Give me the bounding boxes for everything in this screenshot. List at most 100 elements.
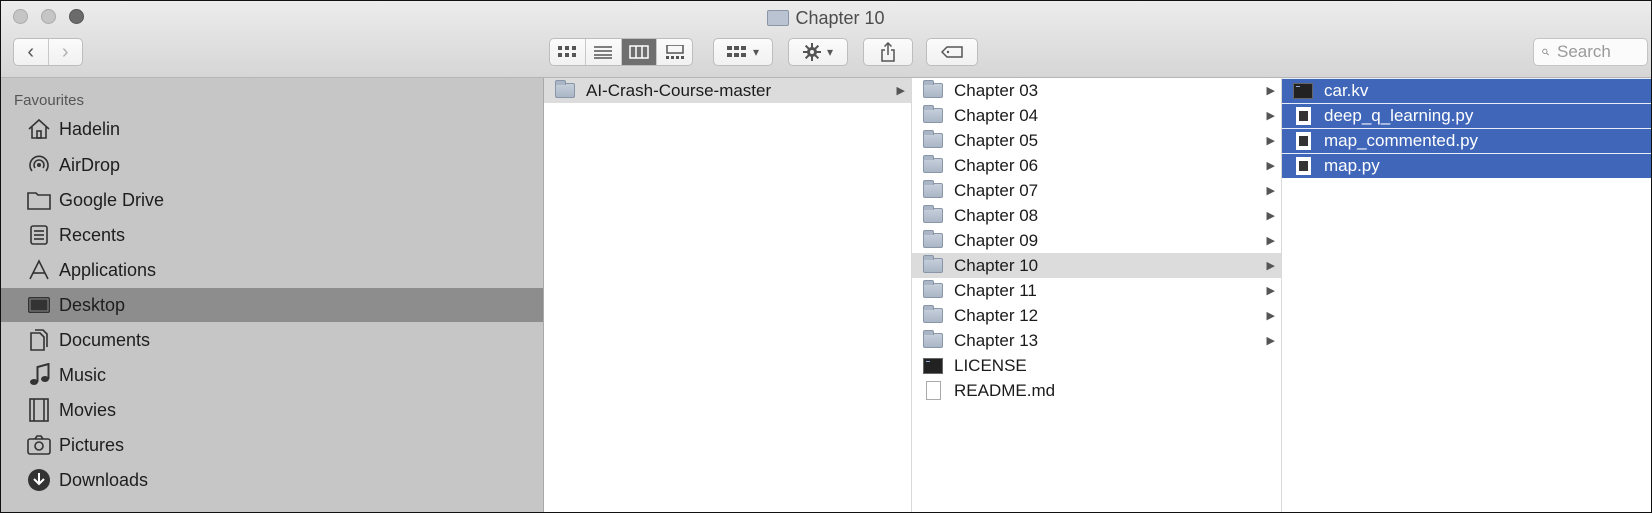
disclosure-arrow-icon: ▶ [1266, 85, 1275, 97]
folder-icon [922, 205, 944, 225]
sidebar-item-label: Documents [59, 329, 151, 350]
share-button[interactable] [863, 38, 913, 66]
item-label: Chapter 06 [954, 155, 1039, 175]
sidebar-item-desktop[interactable]: Desktop [1, 288, 543, 322]
list-item[interactable]: car.kv [1282, 78, 1651, 103]
disclosure-arrow-icon: ▶ [1266, 310, 1275, 322]
pictures-icon [27, 433, 51, 457]
search-input[interactable] [1555, 41, 1647, 63]
gallery-view-icon [665, 45, 684, 59]
forward-button[interactable]: › [47, 39, 83, 65]
list-item[interactable]: Chapter 04 ▶ [912, 103, 1281, 128]
list-item[interactable]: LICENSE [912, 353, 1281, 378]
downloads-icon [27, 468, 51, 492]
column-view-icon [629, 45, 649, 59]
share-icon [881, 42, 895, 62]
browser-column-1: AI-Crash-Course-master ▶ [544, 78, 912, 512]
sidebar-item-label: AirDrop [59, 154, 121, 175]
applications-icon [27, 258, 51, 282]
item-label: AI-Crash-Course-master [586, 80, 772, 100]
sidebar-item-recents[interactable]: Recents [1, 218, 543, 252]
item-label: Chapter 13 [954, 330, 1039, 350]
item-label: Chapter 08 [954, 205, 1039, 225]
disclosure-arrow-icon: ▶ [1266, 160, 1275, 172]
list-item[interactable]: Chapter 03 ▶ [912, 78, 1281, 103]
item-label: Chapter 07 [954, 180, 1039, 200]
browser-column-2: Chapter 03 ▶ Chapter 04 ▶ Chapter 05 ▶ Chap… [912, 78, 1282, 512]
sidebar-item-applications[interactable]: Applications [1, 253, 543, 287]
disclosure-arrow-icon: ▶ [1266, 210, 1275, 222]
item-label: Chapter 11 [954, 280, 1037, 300]
view-mode-switcher [549, 38, 693, 66]
folder-icon [922, 280, 944, 300]
item-label: Chapter 05 [954, 130, 1039, 150]
list-item[interactable]: Chapter 09 ▶ [912, 228, 1281, 253]
gallery-view-button[interactable] [656, 39, 692, 65]
folder-icon [922, 305, 944, 325]
list-item[interactable]: Chapter 06 ▶ [912, 153, 1281, 178]
sidebar: Favourites Hadelin AirDrop Google Drive … [1, 78, 544, 512]
item-label: car.kv [1324, 81, 1369, 100]
home-icon [27, 117, 51, 141]
disclosure-arrow-icon: ▶ [1266, 235, 1275, 247]
list-item[interactable]: Chapter 11 ▶ [912, 278, 1281, 303]
sidebar-item-downloads[interactable]: Downloads [1, 463, 543, 497]
sidebar-section-title: Favourites [14, 92, 85, 109]
back-button[interactable]: ‹ [14, 39, 48, 65]
folder-icon [922, 180, 944, 200]
search-icon [1542, 48, 1549, 56]
chevron-down-icon: ▾ [752, 45, 760, 59]
sidebar-item-music[interactable]: Music [1, 358, 543, 392]
sidebar-item-movies[interactable]: Movies [1, 393, 543, 427]
list-item[interactable]: Chapter 05 ▶ [912, 128, 1281, 153]
icon-view-icon [558, 46, 577, 57]
item-label: LICENSE [954, 355, 1027, 375]
disclosure-arrow-icon: ▶ [1266, 285, 1275, 297]
sidebar-item-label: Hadelin [59, 118, 121, 139]
folder-icon [922, 155, 944, 175]
sidebar-item-google-drive[interactable]: Google Drive [1, 183, 543, 217]
disclosure-arrow-icon: ▶ [1266, 110, 1275, 122]
item-label: Chapter 03 [954, 80, 1039, 100]
python-file-icon [1292, 107, 1314, 125]
list-view-icon [594, 46, 613, 59]
chevron-down-icon: ▾ [826, 45, 834, 59]
list-item[interactable]: map_commented.py [1282, 128, 1651, 153]
list-item[interactable]: Chapter 08 ▶ [912, 203, 1281, 228]
folder-icon [922, 230, 944, 250]
tag-button[interactable] [926, 38, 978, 66]
sidebar-item-label: Applications [59, 259, 157, 280]
icon-view-button[interactable] [550, 39, 585, 65]
disclosure-arrow-icon: ▶ [1266, 185, 1275, 197]
item-label: Chapter 09 [954, 230, 1039, 250]
window-title: Chapter 10 [1, 8, 1651, 29]
terminal-file-icon [1292, 82, 1314, 100]
list-item[interactable]: Chapter 10 ▶ [912, 253, 1281, 278]
list-item[interactable]: Chapter 07 ▶ [912, 178, 1281, 203]
list-view-button[interactable] [584, 39, 621, 65]
toolbar: Chapter 10 ‹ › ▾ ▾ [1, 1, 1651, 78]
arrange-button[interactable]: ▾ [713, 38, 773, 66]
sidebar-item-documents[interactable]: Documents [1, 323, 543, 357]
search-field[interactable] [1533, 38, 1648, 66]
list-item[interactable]: AI-Crash-Course-master ▶ [544, 78, 911, 103]
list-item[interactable]: Chapter 13 ▶ [912, 328, 1281, 353]
movies-icon [27, 398, 51, 422]
sidebar-item-airdrop[interactable]: AirDrop [1, 148, 543, 182]
window-title-text: Chapter 10 [795, 8, 885, 28]
item-label: Chapter 12 [954, 305, 1039, 325]
sidebar-item-hadelin[interactable]: Hadelin [1, 112, 543, 146]
documents-icon [27, 328, 51, 352]
folder-icon [922, 130, 944, 150]
column-view-button[interactable] [620, 39, 657, 65]
sidebar-item-label: Google Drive [59, 189, 165, 210]
list-item[interactable]: Chapter 12 ▶ [912, 303, 1281, 328]
list-item[interactable]: map.py [1282, 153, 1651, 178]
action-button[interactable]: ▾ [788, 38, 848, 66]
sidebar-item-pictures[interactable]: Pictures [1, 428, 543, 462]
list-item[interactable]: README.md [912, 378, 1281, 403]
disclosure-arrow-icon: ▶ [896, 85, 905, 97]
nav-buttons: ‹ › [13, 38, 83, 66]
airdrop-icon [27, 153, 51, 177]
list-item[interactable]: deep_q_learning.py [1282, 103, 1651, 128]
